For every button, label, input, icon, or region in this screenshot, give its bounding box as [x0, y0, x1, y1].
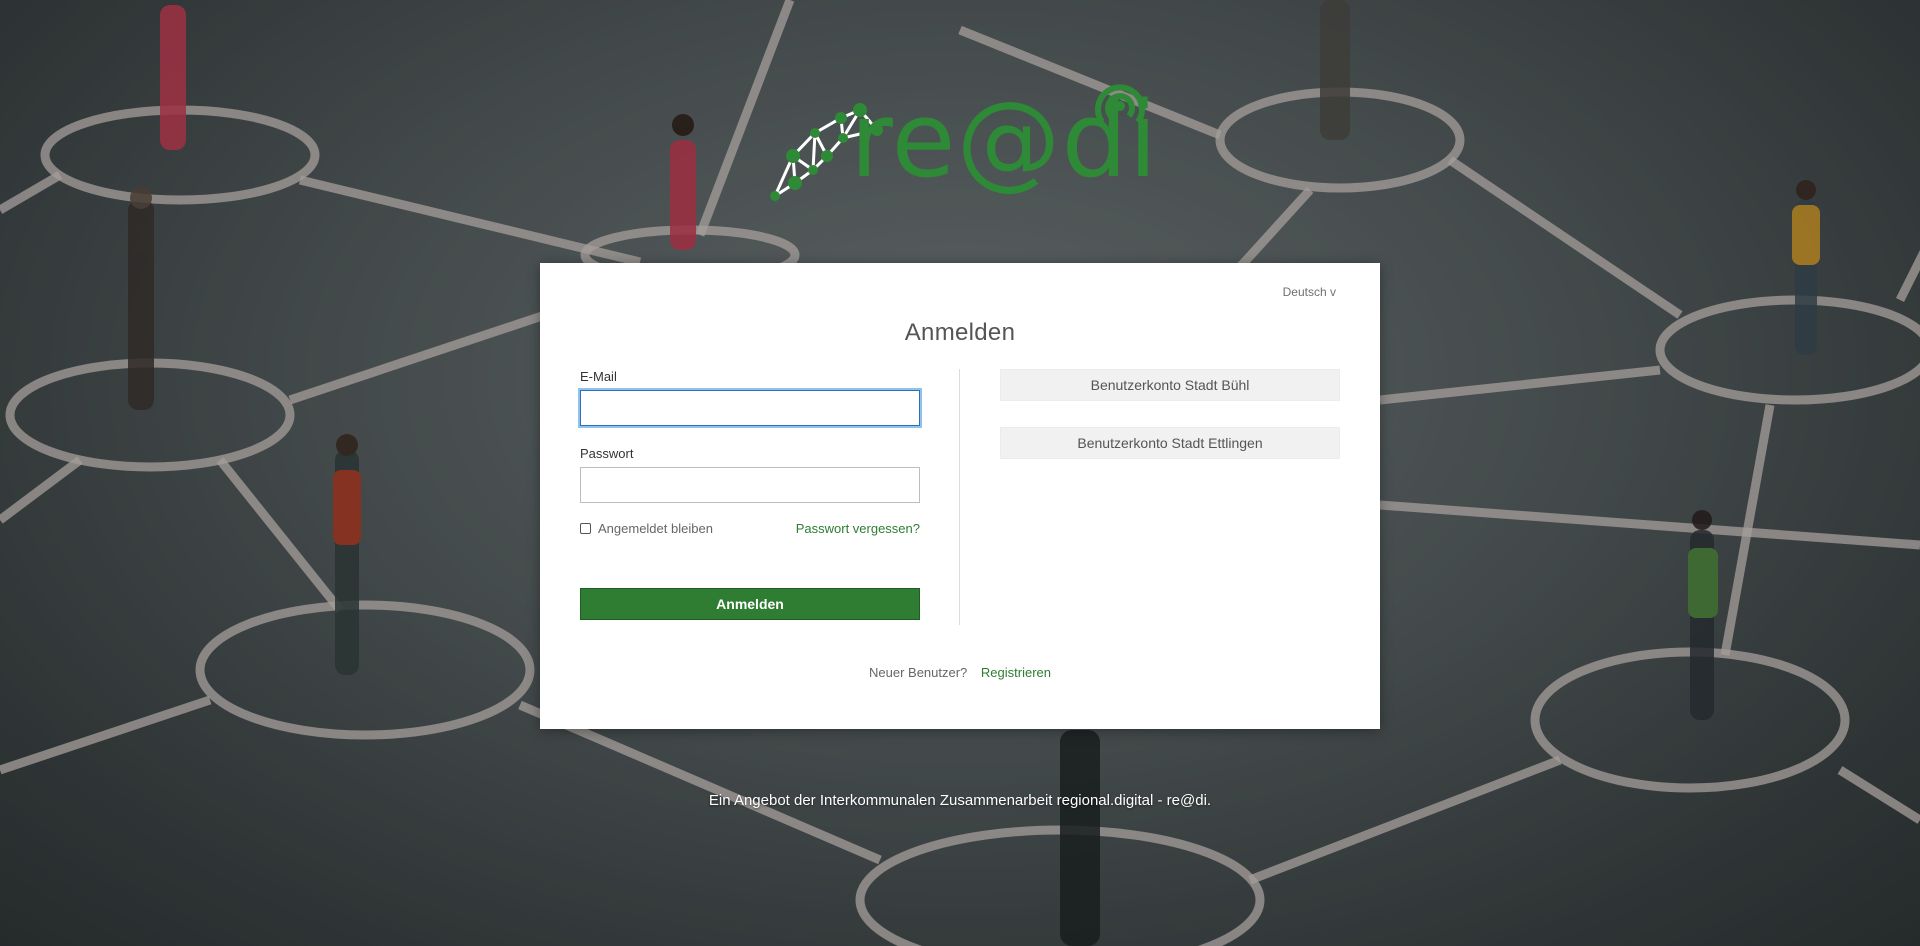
new-user-text: Neuer Benutzer?: [869, 665, 968, 680]
login-button[interactable]: Anmelden: [580, 588, 920, 620]
readi-logo: re@di: [765, 78, 1165, 208]
login-form: E-Mail Passwort Angemeldet bleiben Passw…: [580, 369, 920, 620]
login-options: Angemeldet bleiben Passwort vergessen?: [580, 521, 920, 536]
idp-button-buehl[interactable]: Benutzerkonto Stadt Bühl: [1000, 369, 1340, 401]
idp-button-ettlingen[interactable]: Benutzerkonto Stadt Ettlingen: [1000, 427, 1340, 459]
login-card: Deutsch v Anmelden E-Mail Passwort Angem…: [540, 263, 1380, 729]
password-label: Passwort: [580, 446, 634, 461]
remember-me: Angemeldet bleiben: [580, 521, 713, 536]
register-link[interactable]: Registrieren: [981, 665, 1051, 680]
remember-me-checkbox[interactable]: [580, 523, 591, 534]
language-selector[interactable]: Deutsch v: [1283, 285, 1336, 299]
password-field[interactable]: [580, 467, 920, 503]
forgot-password-link[interactable]: Passwort vergessen?: [796, 521, 920, 536]
email-field[interactable]: [580, 390, 920, 426]
footer-text: Ein Angebot der Interkommunalen Zusammen…: [708, 792, 1212, 809]
signal-icon: [1095, 84, 1145, 124]
page-title: Anmelden: [904, 319, 1016, 346]
register-row: Neuer Benutzer? Registrieren: [540, 665, 1380, 680]
email-label: E-Mail: [580, 369, 617, 384]
identity-providers: Benutzerkonto Stadt Bühl Benutzerkonto S…: [1000, 369, 1340, 485]
column-divider: [959, 369, 960, 625]
remember-me-label[interactable]: Angemeldet bleiben: [598, 521, 713, 536]
